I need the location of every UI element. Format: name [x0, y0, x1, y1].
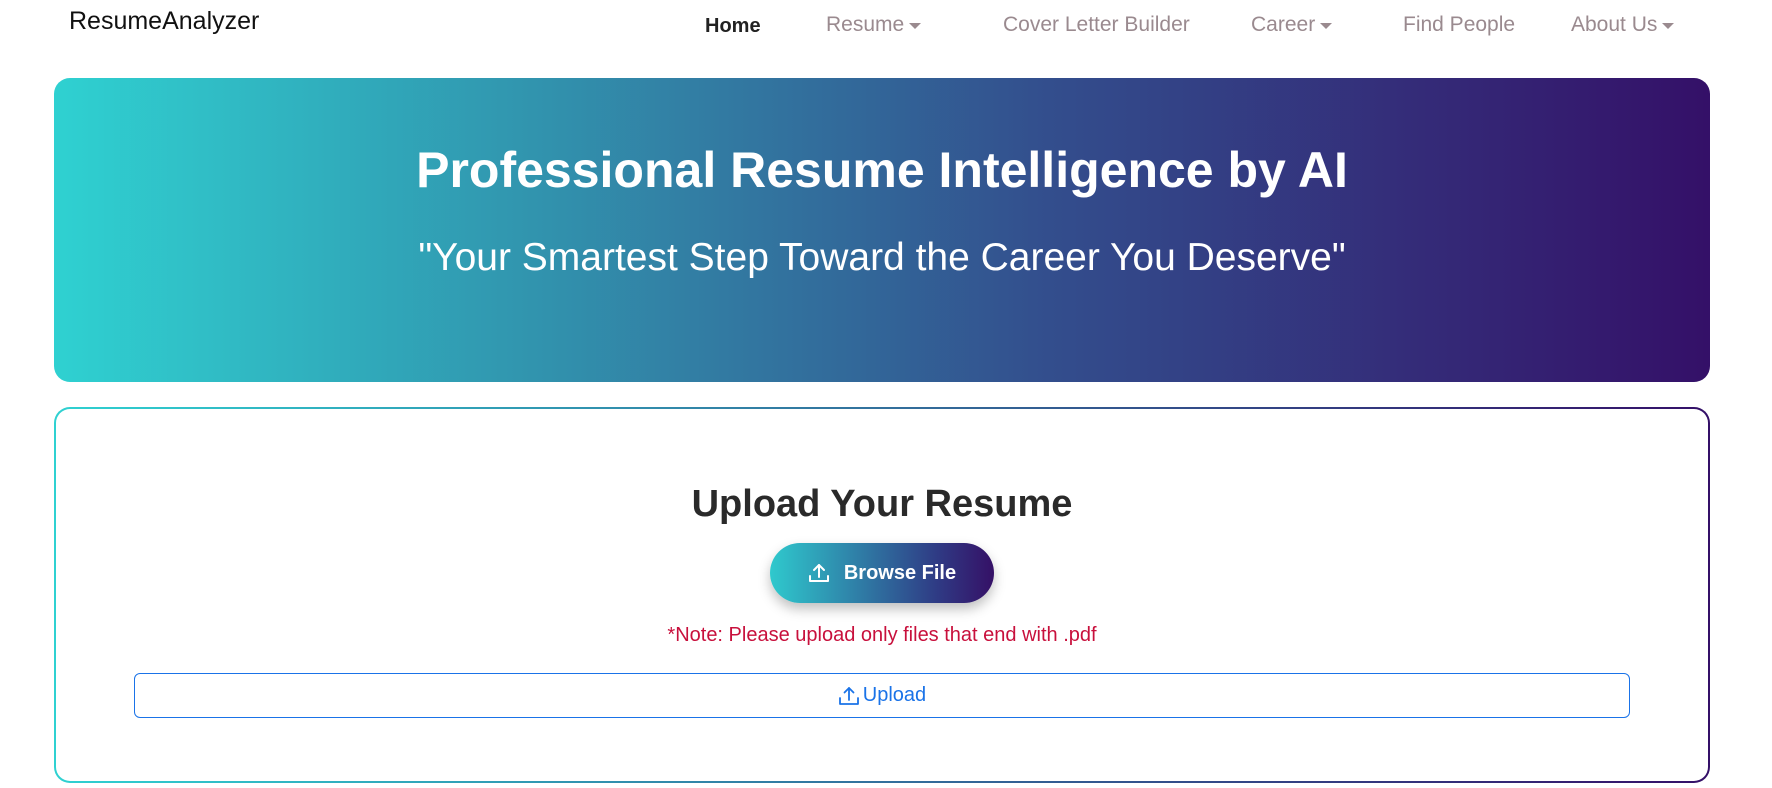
upload-title: Upload Your Resume [691, 483, 1073, 525]
nav-item-label: Home [705, 15, 761, 37]
nav-item-label: Find People [1403, 13, 1516, 36]
pdf-note-text: *Note: Please upload only files that end… [667, 624, 1097, 646]
nav-item-resume[interactable]: Resume [826, 13, 922, 37]
upload-icon [808, 563, 830, 583]
caret-down-icon [1662, 22, 1675, 29]
caret-down-icon [1320, 22, 1333, 29]
hero-subtitle: "Your Smartest Step Toward the Career Yo… [418, 236, 1346, 279]
browse-file-button[interactable]: Browse File [770, 543, 994, 603]
upload-button[interactable]: Upload [134, 673, 1630, 718]
nav-item-label: Career [1251, 13, 1316, 36]
top-navbar: ResumeAnalyzer Home Resume Cover Letter … [0, 0, 1772, 54]
nav-item-about-us[interactable]: About Us [1571, 13, 1675, 37]
upload-card: Upload Your Resume Browse File *Note: Pl… [54, 407, 1710, 783]
nav-item-career[interactable]: Career [1251, 13, 1333, 37]
hero-title: Professional Resume Intelligence by AI [416, 142, 1348, 198]
upload-card-body: Upload Your Resume Browse File *Note: Pl… [56, 409, 1708, 781]
nav-item-label: Resume [826, 13, 905, 36]
browse-file-label: Browse File [843, 561, 957, 584]
nav-item-label: About Us [1571, 13, 1658, 36]
nav-item-cover-letter-builder[interactable]: Cover Letter Builder [1003, 13, 1190, 37]
caret-down-icon [909, 22, 922, 29]
nav-item-home[interactable]: Home [705, 15, 761, 38]
nav-item-find-people[interactable]: Find People [1403, 13, 1515, 37]
page: ResumeAnalyzer Home Resume Cover Letter … [0, 0, 1772, 788]
nav-item-label: Cover Letter Builder [1003, 13, 1190, 36]
hero-banner: Professional Resume Intelligence by AI "… [54, 78, 1710, 382]
brand-logo-link[interactable]: ResumeAnalyzer [69, 7, 259, 36]
upload-icon [838, 686, 860, 706]
upload-label: Upload [862, 684, 927, 706]
